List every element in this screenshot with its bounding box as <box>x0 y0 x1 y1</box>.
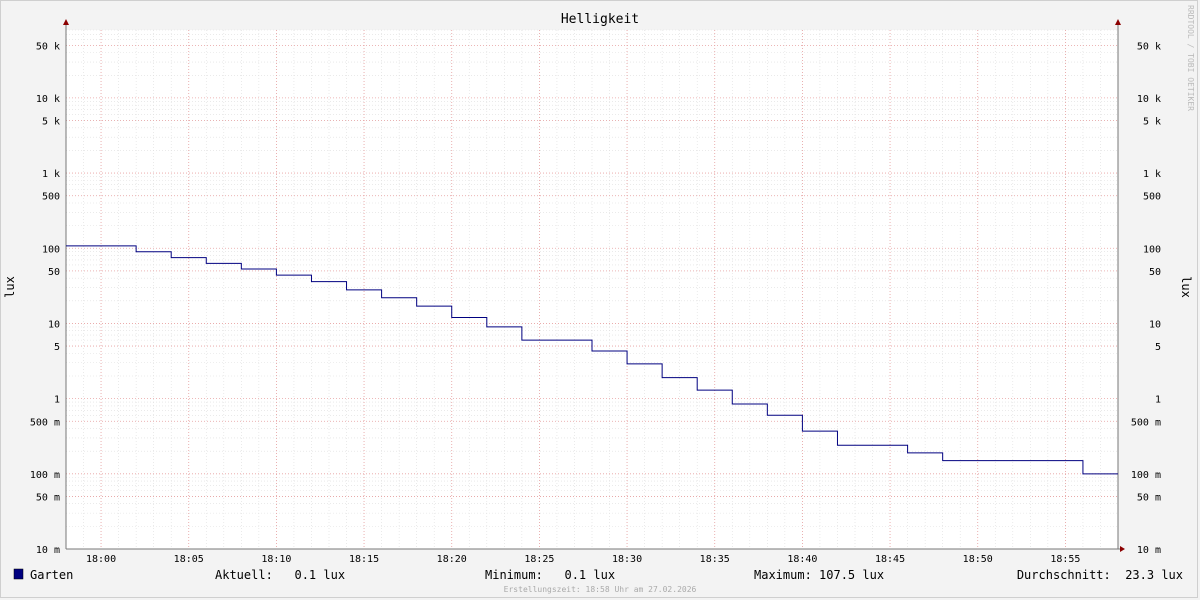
y-tick-label-right: 100 <box>1143 244 1161 255</box>
legend-average: Durchschnitt: 23.3 lux <box>1017 568 1183 582</box>
y-tick-label-right: 10 k <box>1137 94 1161 105</box>
legend-maximum: Maximum: 107.5 lux <box>754 568 884 582</box>
y-tick-label-right: 50 m <box>1137 492 1161 503</box>
x-tick-label: 18:40 <box>787 554 817 565</box>
legend-series-name: Garten <box>30 568 73 582</box>
y-axis-label-left: lux <box>3 276 17 298</box>
x-tick-label: 18:45 <box>875 554 905 565</box>
x-tick-label: 18:20 <box>437 554 467 565</box>
y-tick-label-left: 1 <box>54 395 60 406</box>
watermark: RRDTOOL / TOBI OETIKER <box>1186 5 1195 111</box>
y-tick-label-left: 5 k <box>42 117 60 128</box>
y-tick-label-right: 500 m <box>1131 417 1161 428</box>
y-tick-label-left: 5 <box>54 342 60 353</box>
y-tick-label-right: 5 <box>1155 342 1161 353</box>
x-tick-label: 18:30 <box>612 554 642 565</box>
y-tick-label-right: 10 m <box>1137 545 1161 556</box>
grid <box>65 29 1119 550</box>
y-tick-label-right: 500 <box>1143 192 1161 203</box>
y-tick-label-left: 50 <box>48 267 60 278</box>
legend-minimum: Minimum: 0.1 lux <box>485 568 615 582</box>
x-axis-arrow <box>1120 546 1125 552</box>
y-tick-label-left: 100 m <box>30 470 60 481</box>
y-tick-label-right: 5 k <box>1143 117 1161 128</box>
x-tick-label: 18:10 <box>261 554 291 565</box>
y-axis-arrow-left <box>63 19 69 25</box>
x-tick-label: 18:50 <box>963 554 993 565</box>
y-tick-label-left: 10 k <box>36 94 60 105</box>
y-tick-label-right: 50 <box>1149 267 1161 278</box>
y-tick-label-right: 10 <box>1149 319 1161 330</box>
y-tick-label-left: 1 k <box>42 169 60 180</box>
y-tick-label-right: 100 m <box>1131 470 1161 481</box>
y-tick-label-left: 500 m <box>30 417 60 428</box>
creation-timestamp: Erstellungszeit: 18:58 Uhr am 27.02.2026 <box>504 585 697 594</box>
y-tick-label-right: 1 <box>1155 395 1161 406</box>
x-tick-label: 18:00 <box>86 554 116 565</box>
x-tick-label: 18:15 <box>349 554 379 565</box>
legend-swatch <box>13 568 24 580</box>
y-tick-label-left: 100 <box>42 244 60 255</box>
x-tick-label: 18:25 <box>524 554 554 565</box>
legend-current: Aktuell: 0.1 lux <box>215 568 345 582</box>
x-tick-label: 18:05 <box>174 554 204 565</box>
y-tick-label-right: 50 k <box>1137 41 1161 52</box>
y-tick-label-left: 50 k <box>36 41 60 52</box>
x-tick-label: 18:55 <box>1050 554 1080 565</box>
y-tick-label-right: 1 k <box>1143 169 1161 180</box>
chart-title: Helligkeit <box>561 12 639 27</box>
chart: 18:00 18:05 18:10 18:15 18:20 18:25 18:30 18:35… <box>3 5 1195 594</box>
y-axis-label-right: lux <box>1179 276 1193 298</box>
y-tick-label-left: 50 m <box>36 492 60 503</box>
y-axis-arrow-right <box>1115 19 1121 25</box>
x-tick-label: 18:35 <box>700 554 730 565</box>
y-tick-label-left: 10 m <box>36 545 60 556</box>
y-tick-label-left: 500 <box>42 192 60 203</box>
y-tick-label-left: 10 <box>48 319 60 330</box>
